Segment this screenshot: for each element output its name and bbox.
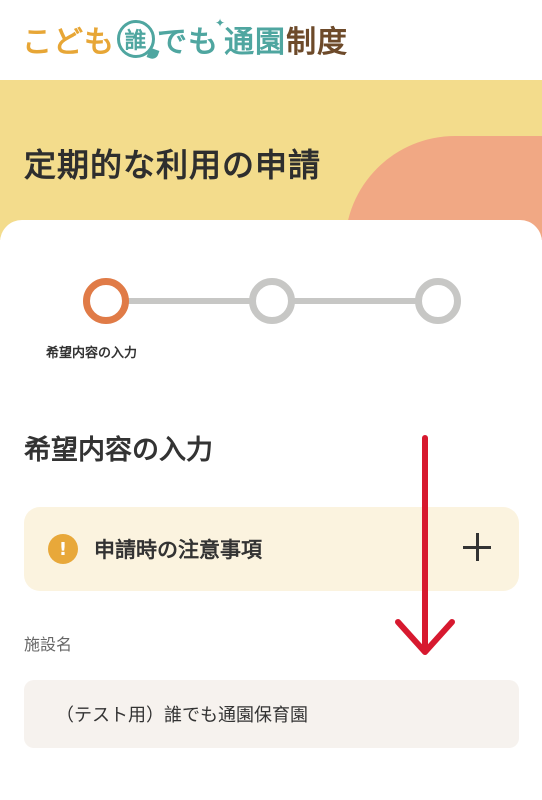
facility-value: （テスト用）誰でも通園保育園	[56, 705, 308, 726]
logo-text-demo: でも	[157, 25, 219, 60]
app-screen: こども 誰 でも ✦ 通園 制度 定期的な利用の申請 希望内容の入力 希望内容の…	[0, 0, 542, 800]
facility-field: （テスト用）誰でも通園保育園	[24, 680, 519, 748]
step-1-indicator	[83, 278, 129, 324]
hero-banner: 定期的な利用の申請	[0, 80, 542, 240]
logo-text-tsuen: 通園	[224, 25, 287, 60]
scroll-down-arrow-icon	[395, 435, 455, 655]
section-title: 希望内容の入力	[24, 435, 213, 466]
progress-stepper: 希望内容の入力	[0, 220, 542, 370]
logo-circle-icon: 誰	[117, 20, 155, 58]
exclamation-icon: !	[48, 534, 78, 564]
notice-title: 申請時の注意事項	[94, 538, 262, 562]
step-connector	[272, 298, 438, 304]
step-2-indicator	[249, 278, 295, 324]
sparkle-icon: ✦	[215, 16, 227, 30]
header: こども 誰 でも ✦ 通園 制度	[0, 0, 542, 78]
step-3-indicator	[415, 278, 461, 324]
facility-label: 施設名	[24, 635, 73, 654]
logo-text-kodomo: こども	[22, 25, 115, 60]
logo[interactable]: こども 誰 でも ✦ 通園 制度	[22, 16, 349, 61]
step-1-label: 希望内容の入力	[46, 346, 138, 361]
logo-text-seido: 制度	[286, 25, 349, 60]
page-title: 定期的な利用の申請	[24, 146, 322, 184]
